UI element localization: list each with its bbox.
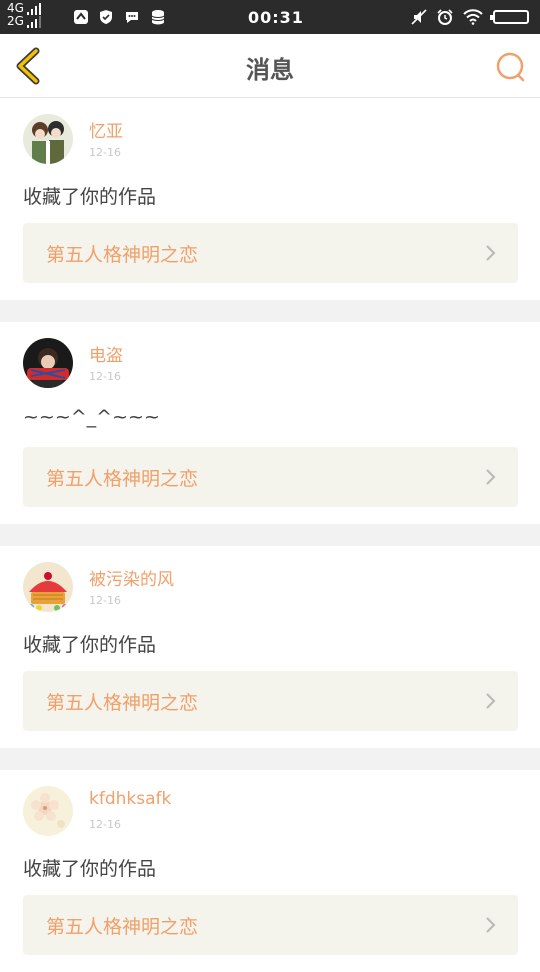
username[interactable]: 忆亚 xyxy=(89,117,123,142)
work-title: 第五人格神明之恋 xyxy=(46,468,199,490)
work-link[interactable]: 第五人格神明之恋 xyxy=(23,447,518,507)
database-icon xyxy=(151,10,165,25)
avatar[interactable] xyxy=(23,786,73,836)
section-divider xyxy=(0,300,540,322)
work-link[interactable]: 第五人格神明之恋 xyxy=(23,895,518,955)
page-title: 消息 xyxy=(246,56,294,84)
work-title: 第五人格神明之恋 xyxy=(46,244,199,266)
alarm-icon xyxy=(437,9,453,25)
app-notification-icon xyxy=(74,10,88,24)
work-title: 第五人格神明之恋 xyxy=(46,916,199,938)
clock: 00:31 xyxy=(248,8,304,27)
chevron-right-icon xyxy=(486,245,496,261)
status-bar: 4G 2G 00:31 xyxy=(0,0,540,34)
shield-icon xyxy=(100,10,112,24)
work-link[interactable]: 第五人格神明之恋 xyxy=(23,671,518,731)
signal-bars-icon-2 xyxy=(26,15,43,28)
message-date: 12-16 xyxy=(89,146,121,159)
message-text: 收藏了你的作品 xyxy=(23,634,157,656)
battery-icon xyxy=(490,10,529,24)
mute-icon xyxy=(411,9,427,25)
work-title: 第五人格神明之恋 xyxy=(46,692,199,714)
chevron-right-icon xyxy=(486,693,496,709)
section-divider xyxy=(0,748,540,770)
chevron-right-icon xyxy=(486,917,496,933)
section-divider xyxy=(0,524,540,546)
message-item: 电盗 12-16 ~~~^_^~~~ 第五人格神明之恋 xyxy=(0,322,540,524)
message-date: 12-16 xyxy=(89,594,121,607)
username[interactable]: kfdhksafk xyxy=(89,789,171,809)
avatar[interactable] xyxy=(23,338,73,388)
message-date: 12-16 xyxy=(89,370,121,383)
search-icon[interactable] xyxy=(494,50,528,84)
message-date: 12-16 xyxy=(89,818,121,831)
username[interactable]: 电盗 xyxy=(89,341,123,366)
message-text: 收藏了你的作品 xyxy=(23,186,157,208)
message-item: 被污染的风 12-16 收藏了你的作品 第五人格神明之恋 xyxy=(0,546,540,748)
message-list: 忆亚 12-16 收藏了你的作品 第五人格神明之恋 电盗 12-16 ~~~^_… xyxy=(0,98,540,972)
avatar[interactable] xyxy=(23,562,73,612)
signal-bars-icon xyxy=(26,2,43,15)
work-link[interactable]: 第五人格神明之恋 xyxy=(23,223,518,283)
wifi-icon xyxy=(463,9,483,25)
message-text: ~~~^_^~~~ xyxy=(23,406,160,428)
navigation-bar: 消息 xyxy=(0,34,540,98)
chevron-right-icon xyxy=(486,469,496,485)
username[interactable]: 被污染的风 xyxy=(89,565,174,590)
network-indicator: 4G 2G xyxy=(7,2,61,32)
chat-icon xyxy=(126,12,138,23)
message-text: 收藏了你的作品 xyxy=(23,858,157,880)
message-item: kfdhksafk 12-16 收藏了你的作品 第五人格神明之恋 xyxy=(0,770,540,972)
message-item: 忆亚 12-16 收藏了你的作品 第五人格神明之恋 xyxy=(0,98,540,300)
avatar[interactable] xyxy=(23,114,73,164)
network-type-secondary: 2G xyxy=(7,14,24,28)
